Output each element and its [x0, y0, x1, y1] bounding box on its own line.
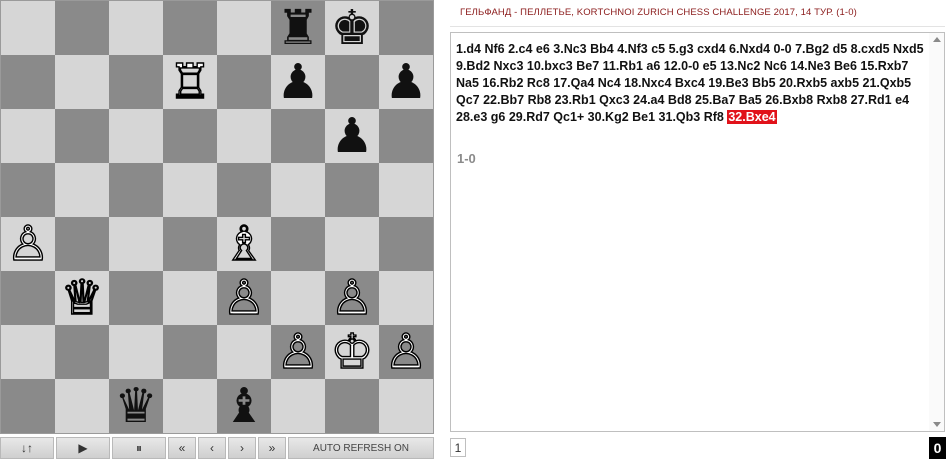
pause-button[interactable]: ⏸ [112, 437, 166, 459]
square-b7[interactable] [55, 55, 109, 109]
prev-move-button[interactable]: ‹ [198, 437, 226, 459]
square-d3[interactable] [163, 271, 217, 325]
square-g5[interactable] [325, 163, 379, 217]
square-g4[interactable] [325, 217, 379, 271]
game-result: 1-0 [457, 151, 476, 166]
black-king-g8[interactable]: ♚ [325, 1, 379, 55]
square-f6[interactable] [271, 109, 325, 163]
square-a3[interactable] [1, 271, 55, 325]
chess-board[interactable]: ♜ ♚ ♖ ♟ ♟ ♟ ♙ ♗ ♕ ♙ ♙ ♙ ♔ ♙ ♛ ♝ [0, 0, 434, 434]
play-button[interactable]: ▶ [56, 437, 110, 459]
square-d2[interactable] [163, 325, 217, 379]
square-f3[interactable] [271, 271, 325, 325]
black-pawn-g6[interactable]: ♟ [325, 109, 379, 163]
current-move[interactable]: 32.Bxe4 [727, 110, 777, 124]
square-h3[interactable] [379, 271, 433, 325]
square-g1[interactable] [325, 379, 379, 433]
flip-board-button[interactable]: ↓↑ [0, 437, 54, 459]
square-c6[interactable] [109, 109, 163, 163]
square-b8[interactable] [55, 1, 109, 55]
auto-refresh-toggle[interactable]: AUTO REFRESH ON [288, 437, 434, 459]
square-b2[interactable] [55, 325, 109, 379]
square-h8[interactable] [379, 1, 433, 55]
last-move-button[interactable]: » [258, 437, 286, 459]
square-f1[interactable] [271, 379, 325, 433]
square-c7[interactable] [109, 55, 163, 109]
square-a7[interactable] [1, 55, 55, 109]
square-a1[interactable] [1, 379, 55, 433]
square-b5[interactable] [55, 163, 109, 217]
counter-badge: 0 [929, 437, 946, 459]
square-b6[interactable] [55, 109, 109, 163]
square-f5[interactable] [271, 163, 325, 217]
page-number[interactable]: 1 [450, 438, 466, 457]
square-h1[interactable] [379, 379, 433, 433]
scroll-down-icon[interactable] [933, 422, 941, 427]
white-bishop-e4[interactable]: ♗ [217, 216, 271, 271]
white-king-g2[interactable]: ♔ [325, 324, 379, 379]
chess-viewer: ♜ ♚ ♖ ♟ ♟ ♟ ♙ ♗ ♕ ♙ ♙ ♙ ♔ ♙ ♛ ♝ ↓↑ ▶ ⏸ «‹ ›» AUTO REFRESH ON… [0, 0, 951, 461]
square-d6[interactable] [163, 109, 217, 163]
square-d4[interactable] [163, 217, 217, 271]
white-pawn-h2[interactable]: ♙ [379, 324, 433, 379]
game-title: ГЕЛЬФАНД - ПЕЛЛЕТЬЕ, KORTCHNOI ZURICH CH… [460, 7, 857, 18]
square-d8[interactable] [163, 1, 217, 55]
first-move-button[interactable]: « [168, 437, 196, 459]
square-e6[interactable] [217, 109, 271, 163]
white-pawn-e3[interactable]: ♙ [217, 270, 271, 325]
title-divider [450, 26, 945, 27]
square-g7[interactable] [325, 55, 379, 109]
square-e7[interactable] [217, 55, 271, 109]
black-queen-c1[interactable]: ♛ [109, 379, 163, 433]
square-c5[interactable] [109, 163, 163, 217]
scroll-up-icon[interactable] [933, 37, 941, 42]
black-bishop-e1[interactable]: ♝ [217, 379, 271, 433]
square-c3[interactable] [109, 271, 163, 325]
square-a8[interactable] [1, 1, 55, 55]
black-rook-f8[interactable]: ♜ [271, 1, 325, 55]
moves-scrollbar[interactable] [929, 33, 944, 431]
square-h4[interactable] [379, 217, 433, 271]
square-b4[interactable] [55, 217, 109, 271]
square-a5[interactable] [1, 163, 55, 217]
moves-panel[interactable]: 1.d4 Nf6 2.c4 e6 3.Nc3 Bb4 4.Nf3 c5 5.g3… [450, 32, 945, 432]
playback-controls: ↓↑ ▶ ⏸ «‹ ›» AUTO REFRESH ON [0, 437, 434, 461]
square-e8[interactable] [217, 1, 271, 55]
square-h5[interactable] [379, 163, 433, 217]
square-d5[interactable] [163, 163, 217, 217]
white-pawn-a4[interactable]: ♙ [1, 216, 55, 271]
next-move-button[interactable]: › [228, 437, 256, 459]
square-a2[interactable] [1, 325, 55, 379]
square-c2[interactable] [109, 325, 163, 379]
white-pawn-f2[interactable]: ♙ [271, 324, 325, 379]
black-pawn-f7[interactable]: ♟ [271, 55, 325, 109]
square-h6[interactable] [379, 109, 433, 163]
square-c8[interactable] [109, 1, 163, 55]
square-e5[interactable] [217, 163, 271, 217]
white-rook-d7[interactable]: ♖ [163, 54, 217, 109]
black-pawn-h7[interactable]: ♟ [379, 55, 433, 109]
square-f4[interactable] [271, 217, 325, 271]
moves-text[interactable]: 1.d4 Nf6 2.c4 e6 3.Nc3 Bb4 4.Nf3 c5 5.g3… [456, 42, 924, 124]
square-c4[interactable] [109, 217, 163, 271]
square-e2[interactable] [217, 325, 271, 379]
square-b1[interactable] [55, 379, 109, 433]
white-queen-b3[interactable]: ♕ [55, 270, 109, 325]
square-d1[interactable] [163, 379, 217, 433]
move-list: 1.d4 Nf6 2.c4 e6 3.Nc3 Bb4 4.Nf3 c5 5.g3… [456, 41, 926, 126]
white-pawn-g3[interactable]: ♙ [325, 270, 379, 325]
square-a6[interactable] [1, 109, 55, 163]
